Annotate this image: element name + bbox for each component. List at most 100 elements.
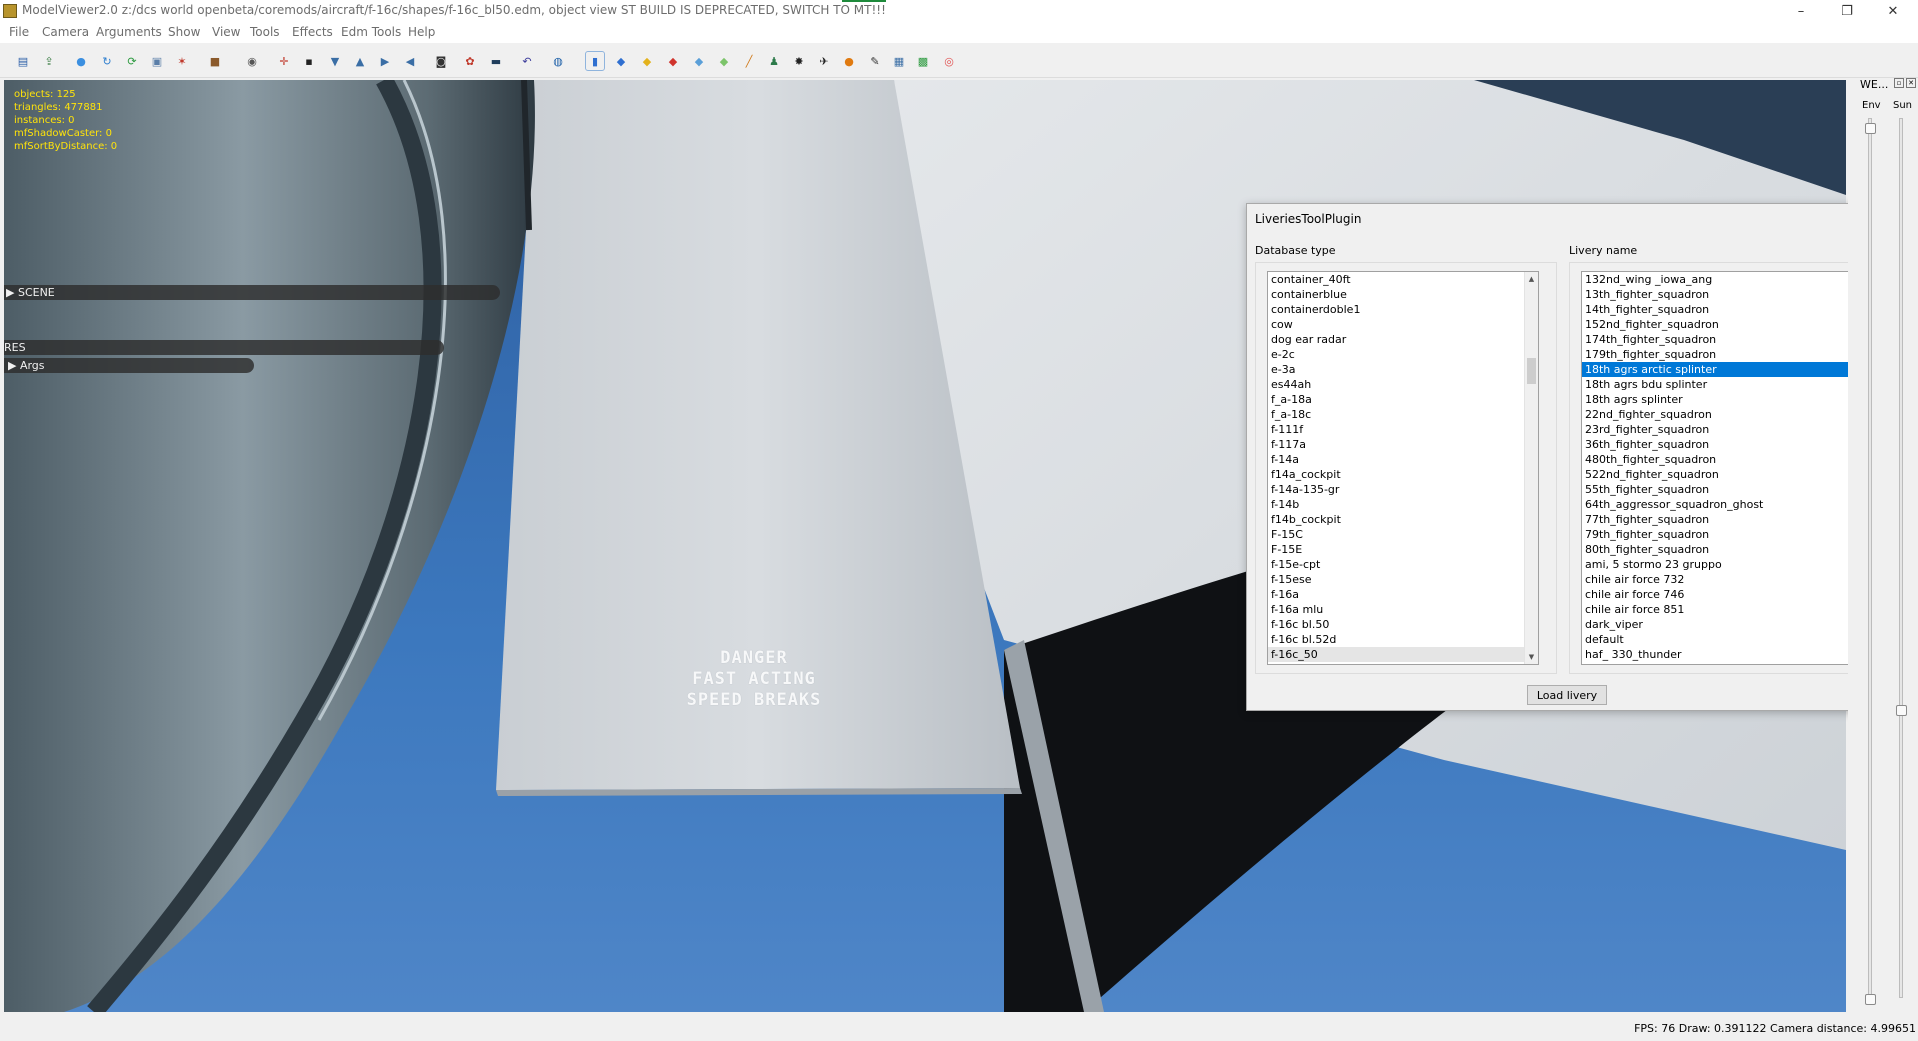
database-type-item[interactable]: e-2c [1268,347,1524,362]
plane-icon[interactable]: ✈ [815,52,833,70]
database-type-item[interactable]: f-14b [1268,497,1524,512]
env-slider-track[interactable] [1868,118,1872,998]
livery-item[interactable]: 480th_fighter_squadron [1582,452,1852,467]
livery-item[interactable]: 22nd_fighter_squadron [1582,407,1852,422]
menu-help[interactable]: Help [408,25,435,39]
database-type-item[interactable]: f-16c_50 [1268,647,1524,662]
menu-arguments[interactable]: Arguments [96,25,162,39]
env-slider-handle[interactable] [1865,123,1876,134]
livery-item[interactable]: 13th_fighter_squadron [1582,287,1852,302]
database-type-item[interactable]: f-16a mlu [1268,602,1524,617]
record-icon[interactable]: ◎ [940,52,958,70]
menu-show[interactable]: Show [168,25,200,39]
livery-item[interactable]: 36th_fighter_squadron [1582,437,1852,452]
axis-icon[interactable]: ✛ [275,52,293,70]
cube-yellow-icon[interactable]: ◆ [638,52,656,70]
sun-slider-track[interactable] [1899,118,1903,998]
light-icon[interactable]: ▼ [326,52,344,70]
lamp-icon[interactable]: ▲ [351,52,369,70]
database-type-item[interactable]: F-15E [1268,542,1524,557]
reload-icon[interactable]: ⟳ [123,52,141,70]
cube-red-icon[interactable]: ◆ [664,52,682,70]
livery-item[interactable]: 23rd_fighter_squadron [1582,422,1852,437]
export-icon[interactable]: ⇪ [40,52,58,70]
scroll-down-icon[interactable]: ▼ [1525,650,1538,664]
scrollbar-thumb[interactable] [1527,358,1536,384]
livery-item[interactable]: 174th_fighter_squadron [1582,332,1852,347]
database-type-item[interactable]: F-15C [1268,527,1524,542]
database-type-item[interactable]: f-111f [1268,422,1524,437]
database-type-item[interactable]: f-16c bl.50 [1268,617,1524,632]
sun-slider-handle[interactable] [1896,705,1907,716]
reset-icon[interactable]: ◍ [549,52,567,70]
database-type-item[interactable]: f-14a-135-gr [1268,482,1524,497]
livery-item[interactable]: 55th_fighter_squadron [1582,482,1852,497]
grid-icon[interactable]: ▩ [914,52,932,70]
menu-edm-tools[interactable]: Edm Tools [341,25,401,39]
particles-icon[interactable]: ✸ [790,52,808,70]
cube-light-icon[interactable]: ◆ [690,52,708,70]
database-type-list[interactable]: container_40ft containerblue containerdobl… [1267,271,1539,665]
database-type-item[interactable]: f_a-18c [1268,407,1524,422]
database-type-item[interactable]: f-117a [1268,437,1524,452]
livery-item[interactable]: 18th agrs bdu splinter [1582,377,1852,392]
arrow-left-icon[interactable]: ◀ [401,52,419,70]
livery-item[interactable]: haf_ 330_thunder [1582,647,1852,662]
database-type-scrollbar[interactable]: ▲ ▼ [1524,272,1538,664]
image-icon[interactable]: ▣ [148,52,166,70]
box-icon[interactable]: ■ [206,52,224,70]
livery-item[interactable]: 14th_fighter_squadron [1582,302,1852,317]
menu-camera[interactable]: Camera [42,25,89,39]
livery-name-list[interactable]: 132nd_wing _iowa_ang 13th_fighter_squadro… [1581,271,1867,665]
database-type-item[interactable]: f-15e-cpt [1268,557,1524,572]
arrow-right-icon[interactable]: ▶ [376,52,394,70]
livery-item[interactable]: chile air force 746 [1582,587,1852,602]
menu-view[interactable]: View [212,25,240,39]
database-type-item[interactable]: f14a_cockpit [1268,467,1524,482]
panel-restore-icon[interactable]: ▫ [1894,78,1904,88]
sphere-icon[interactable]: ● [72,52,90,70]
livery-item[interactable]: 132nd_wing _iowa_ang [1582,272,1852,287]
portrait-icon[interactable]: ◙ [432,52,450,70]
database-type-item[interactable]: f_a-18a [1268,392,1524,407]
note-icon[interactable]: ✎ [866,52,884,70]
livery-item[interactable]: 80th_fighter_squadron [1582,542,1852,557]
livery-item[interactable]: default [1582,632,1852,647]
livery-item[interactable]: chile air force 851 [1582,602,1852,617]
livery-item[interactable]: 18th agrs arctic splinter [1582,362,1852,377]
livery-item[interactable]: 64th_aggressor_squadron_ghost [1582,497,1852,512]
grid-dot-icon[interactable]: ▪ [300,52,318,70]
database-type-item[interactable]: containerblue [1268,287,1524,302]
livery-item[interactable]: 77th_fighter_squadron [1582,512,1852,527]
args-section[interactable]: ▶ Args [4,358,254,373]
env-slider-bottom-handle[interactable] [1865,994,1876,1005]
database-type-item[interactable]: f-14a [1268,452,1524,467]
undo-icon[interactable]: ↶ [518,52,536,70]
res-section[interactable]: RES [4,340,444,355]
livery-item[interactable]: 179th_fighter_squadron [1582,347,1852,362]
menu-effects[interactable]: Effects [292,25,333,39]
fire-icon[interactable]: ● [840,52,858,70]
database-type-item[interactable]: e-3a [1268,362,1524,377]
livery-item[interactable]: 79th_fighter_squadron [1582,527,1852,542]
database-type-item[interactable]: f-16a [1268,587,1524,602]
panel-close-icon[interactable]: ✕ [1906,78,1916,88]
livery-item[interactable]: 152nd_fighter_squadron [1582,317,1852,332]
menu-tools[interactable]: Tools [250,25,280,39]
colors-icon[interactable]: ✿ [461,52,479,70]
database-type-item[interactable]: es44ah [1268,377,1524,392]
database-type-item[interactable]: f-16c bl.52d [1268,632,1524,647]
skeleton-icon[interactable]: ✶ [173,52,191,70]
database-type-item[interactable]: container_40ft [1268,272,1524,287]
scroll-up-icon[interactable]: ▲ [1525,272,1538,286]
monitor-icon[interactable]: ▬ [487,52,505,70]
chart-icon[interactable]: ▮ [585,51,605,71]
livery-item[interactable]: chile air force 732 [1582,572,1852,587]
database-type-item[interactable]: dog ear radar [1268,332,1524,347]
menu-file[interactable]: File [9,25,29,39]
livery-item[interactable]: 522nd_fighter_squadron [1582,467,1852,482]
cube-green-icon[interactable]: ◆ [715,52,733,70]
scene-section[interactable]: ▶ SCENE [4,285,500,300]
maximize-button[interactable]: ❐ [1824,0,1870,22]
database-type-item[interactable]: f-15ese [1268,572,1524,587]
